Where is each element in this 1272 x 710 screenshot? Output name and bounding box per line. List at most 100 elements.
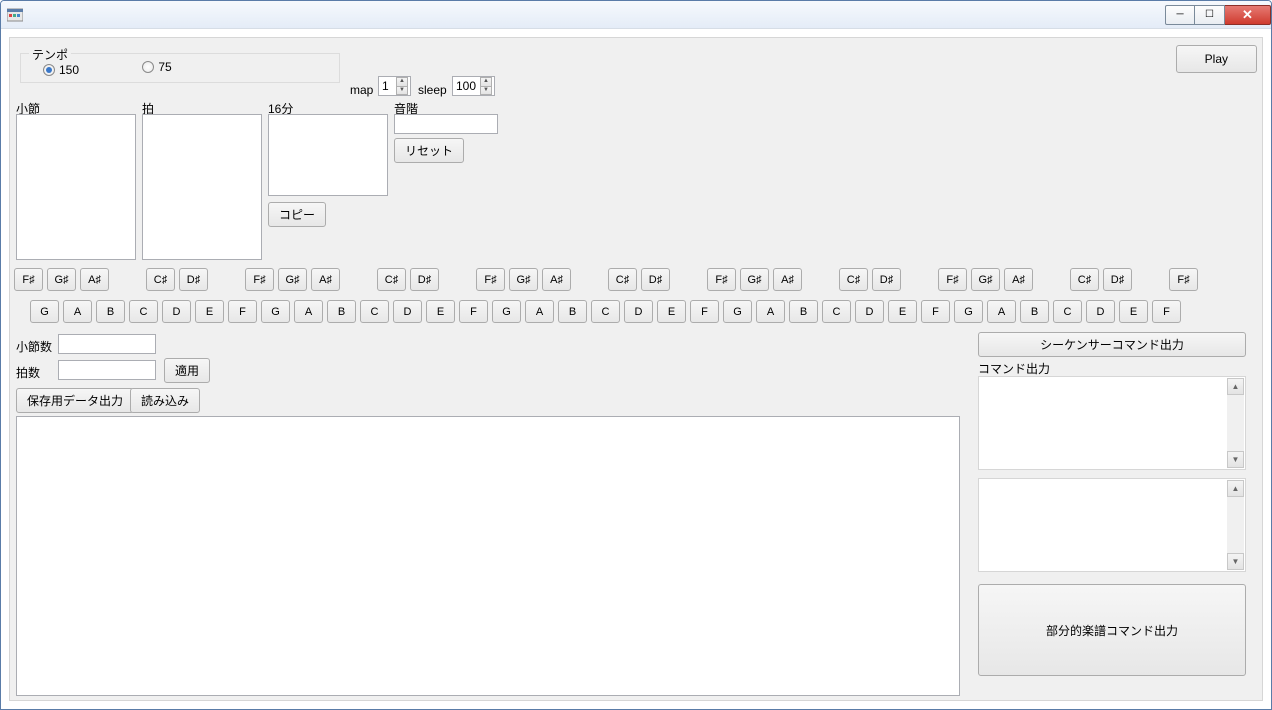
reset-button[interactable]: リセット	[394, 138, 464, 163]
scrollbar[interactable]: ▲ ▼	[1227, 378, 1244, 468]
partial-button[interactable]: 部分的楽譜コマンド出力	[978, 584, 1246, 676]
apply-button[interactable]: 適用	[164, 358, 210, 383]
key-A[interactable]: A	[756, 300, 785, 323]
key-C[interactable]: C	[360, 300, 389, 323]
key-C[interactable]: C	[1053, 300, 1082, 323]
save-button[interactable]: 保存用データ出力	[16, 388, 134, 413]
key-G[interactable]: G	[261, 300, 290, 323]
key-C[interactable]: C	[822, 300, 851, 323]
key-D[interactable]: D	[855, 300, 884, 323]
scroll-down-icon[interactable]: ▼	[1227, 451, 1244, 468]
tempo-label: テンポ	[29, 46, 71, 63]
key-B[interactable]: B	[1020, 300, 1049, 323]
key-D[interactable]: D	[624, 300, 653, 323]
key-G[interactable]: G	[954, 300, 983, 323]
key-Gsharp[interactable]: G♯	[971, 268, 1000, 291]
key-A[interactable]: A	[294, 300, 323, 323]
cmd-out-label: コマンド出力	[978, 360, 1050, 377]
sleep-label: sleep	[418, 83, 447, 97]
copy-button[interactable]: コピー	[268, 202, 326, 227]
key-Asharp[interactable]: A♯	[1004, 268, 1033, 291]
key-Fsharp[interactable]: F♯	[14, 268, 43, 291]
key-F[interactable]: F	[459, 300, 488, 323]
map-spinner[interactable]: ▲▼	[396, 77, 408, 95]
key-B[interactable]: B	[558, 300, 587, 323]
sixteenth-listbox[interactable]	[268, 114, 388, 196]
key-Asharp[interactable]: A♯	[542, 268, 571, 291]
seq-cmd-button[interactable]: シーケンサーコマンド出力	[978, 332, 1246, 357]
key-B[interactable]: B	[96, 300, 125, 323]
cmd-output-2[interactable]: ▲ ▼	[978, 478, 1246, 572]
key-Asharp[interactable]: A♯	[773, 268, 802, 291]
key-F[interactable]: F	[921, 300, 950, 323]
key-Asharp[interactable]: A♯	[80, 268, 109, 291]
beat-count-input[interactable]	[58, 360, 156, 380]
titlebar: ─ ☐ ✕	[1, 1, 1271, 29]
key-F[interactable]: F	[228, 300, 257, 323]
key-B[interactable]: B	[327, 300, 356, 323]
key-G[interactable]: G	[30, 300, 59, 323]
play-button[interactable]: Play	[1176, 45, 1257, 73]
key-Csharp[interactable]: C♯	[839, 268, 868, 291]
key-Csharp[interactable]: C♯	[146, 268, 175, 291]
scroll-down-icon[interactable]: ▼	[1227, 553, 1244, 570]
key-Dsharp[interactable]: D♯	[1103, 268, 1132, 291]
bar-listbox[interactable]	[16, 114, 136, 260]
key-D[interactable]: D	[162, 300, 191, 323]
key-Fsharp[interactable]: F♯	[938, 268, 967, 291]
scrollbar[interactable]: ▲ ▼	[1227, 480, 1244, 570]
key-Gsharp[interactable]: G♯	[740, 268, 769, 291]
key-A[interactable]: A	[525, 300, 554, 323]
key-A[interactable]: A	[987, 300, 1016, 323]
key-G[interactable]: G	[492, 300, 521, 323]
key-C[interactable]: C	[591, 300, 620, 323]
key-Fsharp[interactable]: F♯	[1169, 268, 1198, 291]
key-Gsharp[interactable]: G♯	[47, 268, 76, 291]
map-label: map	[350, 83, 373, 97]
key-Csharp[interactable]: C♯	[377, 268, 406, 291]
key-Fsharp[interactable]: F♯	[476, 268, 505, 291]
key-F[interactable]: F	[1152, 300, 1181, 323]
tempo-group: テンポ 150 75	[20, 53, 340, 83]
key-Fsharp[interactable]: F♯	[245, 268, 274, 291]
scroll-up-icon[interactable]: ▲	[1227, 378, 1244, 395]
tempo-radio-75[interactable]: 75	[142, 60, 171, 74]
scroll-up-icon[interactable]: ▲	[1227, 480, 1244, 497]
close-button[interactable]: ✕	[1225, 5, 1271, 25]
key-Asharp[interactable]: A♯	[311, 268, 340, 291]
minimize-button[interactable]: ─	[1165, 5, 1195, 25]
scale-input[interactable]	[394, 114, 498, 134]
key-B[interactable]: B	[789, 300, 818, 323]
key-Gsharp[interactable]: G♯	[509, 268, 538, 291]
map-numeric[interactable]: 1 ▲▼	[378, 76, 411, 96]
key-Gsharp[interactable]: G♯	[278, 268, 307, 291]
cmd-output-1[interactable]: ▲ ▼	[978, 376, 1246, 470]
key-E[interactable]: E	[426, 300, 455, 323]
key-Csharp[interactable]: C♯	[1070, 268, 1099, 291]
bar-count-input[interactable]	[58, 334, 156, 354]
maximize-button[interactable]: ☐	[1195, 5, 1225, 25]
beat-listbox[interactable]	[142, 114, 262, 260]
key-E[interactable]: E	[888, 300, 917, 323]
key-C[interactable]: C	[129, 300, 158, 323]
key-E[interactable]: E	[1119, 300, 1148, 323]
key-E[interactable]: E	[195, 300, 224, 323]
key-Dsharp[interactable]: D♯	[872, 268, 901, 291]
key-Csharp[interactable]: C♯	[608, 268, 637, 291]
sleep-numeric[interactable]: 100 ▲▼	[452, 76, 495, 96]
tempo-radio-150[interactable]: 150	[43, 63, 79, 77]
key-D[interactable]: D	[1086, 300, 1115, 323]
key-Dsharp[interactable]: D♯	[641, 268, 670, 291]
load-button[interactable]: 読み込み	[130, 388, 200, 413]
main-textarea[interactable]	[16, 416, 960, 696]
key-Dsharp[interactable]: D♯	[179, 268, 208, 291]
sleep-spinner[interactable]: ▲▼	[480, 77, 492, 95]
key-E[interactable]: E	[657, 300, 686, 323]
key-A[interactable]: A	[63, 300, 92, 323]
key-Fsharp[interactable]: F♯	[707, 268, 736, 291]
key-G[interactable]: G	[723, 300, 752, 323]
key-D[interactable]: D	[393, 300, 422, 323]
key-Dsharp[interactable]: D♯	[410, 268, 439, 291]
key-F[interactable]: F	[690, 300, 719, 323]
natural-key-row: GABCDEFGABCDEFGABCDEFGABCDEFGABCDEF	[30, 300, 1185, 323]
